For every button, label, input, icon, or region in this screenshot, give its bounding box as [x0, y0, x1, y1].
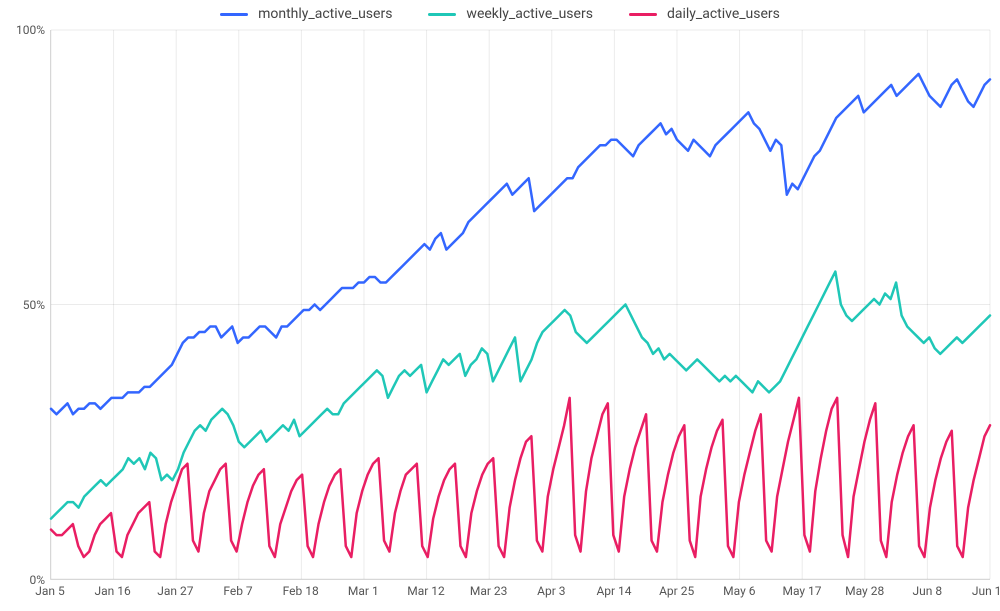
legend-item-mau[interactable]: monthly_active_users — [220, 6, 392, 22]
x-tick-label: May 17 — [782, 584, 821, 598]
x-tick-label: Feb 7 — [223, 584, 252, 598]
legend: monthly_active_users weekly_active_users… — [0, 6, 1000, 22]
series-daily_active_users — [51, 398, 990, 557]
x-tick-label: Mar 23 — [470, 584, 508, 598]
x-tick-label: Jun 8 — [913, 584, 943, 598]
x-tick-label: Mar 12 — [407, 584, 445, 598]
y-tick-label: 50% — [23, 298, 45, 312]
x-tick-label: Apr 25 — [659, 584, 694, 598]
legend-swatch-icon — [629, 13, 657, 16]
x-tick-label: Jan 5 — [35, 584, 65, 598]
plot-area — [50, 30, 990, 580]
x-tick-label: Jun 19 — [972, 584, 1000, 598]
active-users-chart: monthly_active_users weekly_active_users… — [0, 0, 1000, 611]
y-tick-label: 100% — [16, 23, 45, 37]
legend-label: monthly_active_users — [258, 6, 392, 22]
x-tick-label: Jan 16 — [95, 584, 131, 598]
x-tick-label: Jan 27 — [157, 584, 193, 598]
x-tick-label: May 6 — [723, 584, 755, 598]
x-tick-label: Feb 18 — [283, 584, 319, 598]
legend-label: daily_active_users — [667, 6, 780, 22]
legend-label: weekly_active_users — [466, 6, 593, 22]
series-monthly_active_users — [51, 74, 990, 414]
x-axis: Jan 5Jan 16Jan 27Feb 7Feb 18Mar 1Mar 12M… — [50, 582, 990, 602]
x-tick-label: Mar 1 — [348, 584, 379, 598]
legend-item-wau[interactable]: weekly_active_users — [428, 6, 593, 22]
y-axis: 0%50%100% — [0, 30, 45, 580]
plot-svg — [51, 30, 990, 579]
x-tick-label: Apr 3 — [537, 584, 565, 598]
series-weekly_active_users — [51, 272, 990, 519]
x-tick-label: Apr 14 — [596, 584, 631, 598]
legend-item-dau[interactable]: daily_active_users — [629, 6, 780, 22]
legend-swatch-icon — [220, 13, 248, 16]
x-tick-label: May 28 — [845, 584, 884, 598]
legend-swatch-icon — [428, 13, 456, 16]
